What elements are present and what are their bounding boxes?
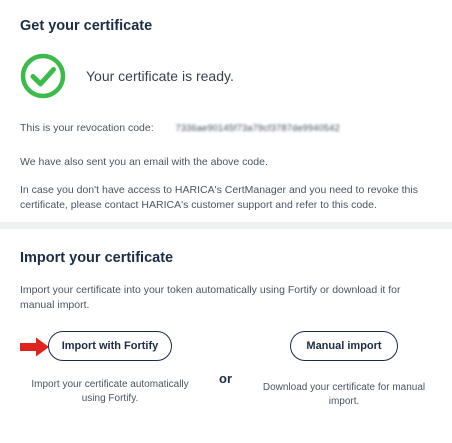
revocation-code-row: This is your revocation code: 7336ae9014… xyxy=(20,121,430,136)
fortify-caption: Import your certificate automatically us… xyxy=(31,379,189,404)
get-certificate-title: Get your certificate xyxy=(20,18,153,34)
revoke-instructions: In case you don't have access to HARICA'… xyxy=(20,184,418,211)
manual-import-button[interactable]: Manual import xyxy=(290,331,398,361)
certificate-ready-message: Your certificate is ready. xyxy=(86,68,234,84)
check-circle-icon xyxy=(20,53,66,99)
import-certificate-title: Import your certificate xyxy=(20,250,174,266)
import-description: Import your certificate into your token … xyxy=(20,284,401,311)
email-sent-note: We have also sent you an email with the … xyxy=(20,156,268,168)
import-with-fortify-button[interactable]: Import with Fortify xyxy=(48,331,172,361)
certificate-ready-row: Your certificate is ready. xyxy=(20,52,234,100)
or-separator: or xyxy=(219,371,232,386)
revocation-code-value: 7336ae90145f73a79cf3787de9940542 xyxy=(175,123,340,133)
manual-import-caption: Download your certificate for manual imp… xyxy=(262,382,426,407)
red-arrow-pointer-icon xyxy=(20,337,49,357)
revocation-code-label: This is your revocation code: xyxy=(20,122,154,134)
